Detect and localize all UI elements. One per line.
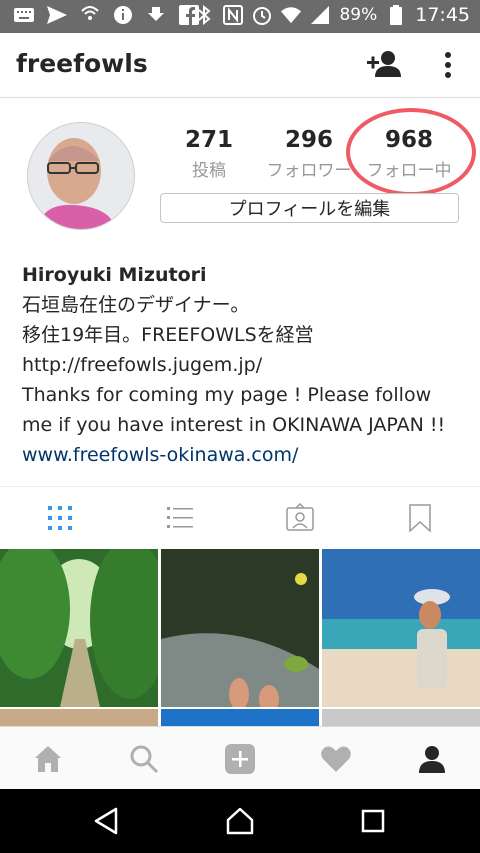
bookmark-icon[interactable] xyxy=(405,503,435,533)
recents-icon[interactable] xyxy=(358,806,388,836)
send-icon xyxy=(47,5,67,25)
posts-label: 投稿 xyxy=(192,161,226,181)
wifi-calling-icon xyxy=(80,5,100,25)
add-post-icon[interactable] xyxy=(224,743,256,775)
heart-icon[interactable] xyxy=(320,743,352,775)
tagged-icon[interactable] xyxy=(285,502,315,533)
photo-grid xyxy=(0,539,480,729)
home-icon[interactable] xyxy=(32,743,64,775)
battery-percent: 89% xyxy=(339,5,378,25)
bio-line: 移住19年目。FREEFOWLSを経営 xyxy=(22,324,314,346)
add-user-icon[interactable] xyxy=(367,49,403,81)
battery-icon xyxy=(386,5,406,25)
search-icon[interactable] xyxy=(128,743,160,775)
app-bar: freefowls xyxy=(0,33,480,98)
edit-profile-button[interactable]: プロフィールを編集 xyxy=(160,193,459,223)
posts-count: 271 xyxy=(184,127,233,153)
profile-tabs xyxy=(0,486,480,549)
photo-thumbnail-beach[interactable] xyxy=(322,549,480,707)
photo-thumbnail-feet[interactable] xyxy=(161,549,319,713)
back-icon[interactable] xyxy=(92,806,122,836)
download-icon xyxy=(146,5,166,25)
home-button-icon[interactable] xyxy=(225,806,255,836)
nfc-icon xyxy=(223,5,244,25)
clock: 17:45 xyxy=(415,4,470,26)
followers-label: フォロワー xyxy=(266,161,352,181)
bluetooth-icon xyxy=(194,5,214,25)
bottom-navigation xyxy=(0,726,480,790)
bio-line: 石垣島在住のデザイナー。 xyxy=(22,294,250,316)
username-title: freefowls xyxy=(16,49,148,78)
profile-avatar[interactable] xyxy=(27,122,135,230)
list-icon[interactable] xyxy=(165,503,195,533)
profile-icon[interactable] xyxy=(416,743,448,775)
photo-thumbnail-forest[interactable] xyxy=(0,539,170,707)
highlight-circle xyxy=(346,108,476,196)
signal-icon xyxy=(310,5,330,25)
stat-followers[interactable]: 296 フォロワー xyxy=(261,127,357,181)
profile-bio: Hiroyuki Mizutori 石垣島在住のデザイナー。 移住19年目。FR… xyxy=(22,260,472,470)
keyboard-icon xyxy=(14,5,34,25)
stat-posts[interactable]: 271 投稿 xyxy=(161,127,257,181)
more-vert-icon[interactable] xyxy=(440,51,456,81)
alarm-icon xyxy=(252,5,272,25)
status-bar: 89% 17:45 xyxy=(0,0,480,33)
bio-line: Thanks for coming my page ! Please follo… xyxy=(22,384,432,406)
grid-icon[interactable] xyxy=(45,503,75,533)
bio-line: http://freefowls.jugem.jp/ xyxy=(22,354,263,376)
followers-count: 296 xyxy=(284,127,333,153)
bio-line: me if you have interest in OKINAWA JAPAN… xyxy=(22,414,446,436)
system-navigation-bar xyxy=(0,789,480,853)
website-link[interactable]: www.freefowls-okinawa.com/ xyxy=(22,440,472,470)
full-name: Hiroyuki Mizutori xyxy=(22,264,207,286)
info-icon xyxy=(113,5,133,25)
wifi-icon xyxy=(281,5,302,25)
